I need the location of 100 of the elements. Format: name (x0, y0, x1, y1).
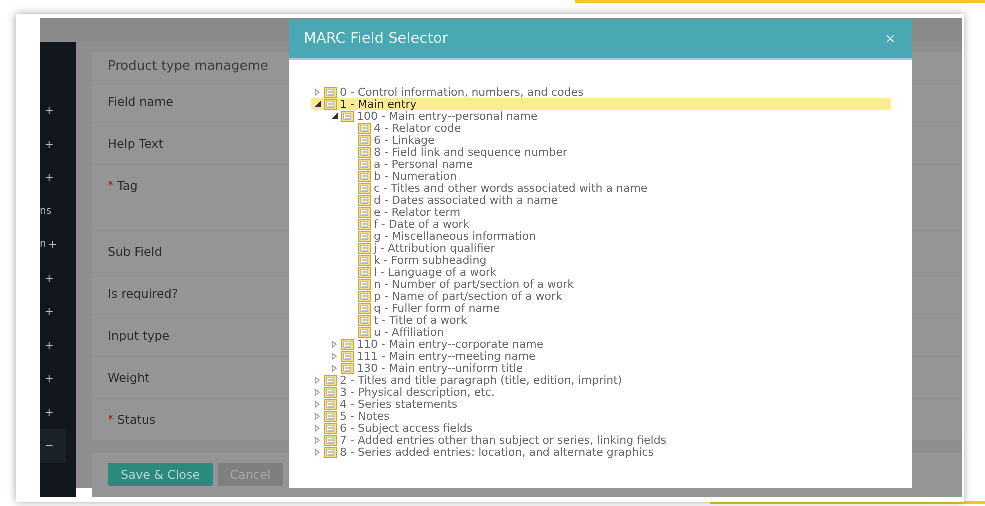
tree-item[interactable]: k - Form subheading (345, 254, 891, 266)
tree-item[interactable]: e - Relator term (345, 206, 891, 218)
document-icon (358, 122, 371, 134)
sidebar-item[interactable]: − (40, 429, 66, 462)
document-icon (324, 98, 337, 110)
tree-item[interactable]: 1 - Main entry (311, 98, 891, 110)
tree-item[interactable]: g - Miscellaneous information (345, 230, 891, 242)
sidebar-item[interactable]: ns (40, 194, 76, 228)
field-label: Field name (108, 95, 174, 111)
tree-item[interactable]: 4 - Relator code (345, 122, 891, 134)
toggle-sign: + (44, 338, 54, 352)
field-label: Weight (108, 371, 150, 387)
document-icon (324, 434, 337, 446)
document-icon (358, 146, 371, 158)
required-marker: * (108, 179, 114, 194)
tree-item[interactable]: 4 - Series statements (311, 398, 891, 410)
tree-item[interactable]: 111 - Main entry--meeting name (328, 350, 891, 362)
field-label: Sub Field (108, 245, 162, 261)
document-icon (358, 254, 371, 266)
document-icon (358, 302, 371, 314)
sidebar-item[interactable]: + (40, 328, 76, 362)
tree-item[interactable]: q - Fuller form of name (345, 302, 891, 314)
tree-item[interactable]: j - Attribution qualifier (345, 242, 891, 254)
sidebar-item[interactable]: + (40, 396, 76, 429)
sidebar-item[interactable]: + (40, 262, 76, 295)
dialog-title: MARC Field Selector (304, 31, 448, 47)
document-icon (358, 218, 371, 230)
field-label: Is required? (108, 287, 178, 303)
tree-item[interactable]: a - Personal name (345, 158, 891, 170)
tree-item[interactable]: t - Title of a work (345, 314, 891, 326)
tree-item[interactable]: 130 - Main entry--uniform title (328, 362, 891, 374)
document-icon (324, 398, 337, 410)
sidebar-label: n (40, 239, 46, 250)
toggle-sign: + (44, 171, 54, 184)
document-icon (358, 242, 371, 254)
sidebar-label: ns (40, 206, 52, 217)
toggle-sign: − (44, 439, 54, 452)
tree-item[interactable]: n - Number of part/section of a work (345, 278, 891, 290)
field-label: Tag (118, 179, 138, 195)
tree-item[interactable]: 100 - Main entry--personal name (328, 110, 891, 122)
field-label: Status (118, 413, 156, 429)
sidebar-item[interactable]: + (40, 161, 76, 194)
tree-item[interactable]: d - Dates associated with a name (345, 194, 891, 206)
collapse-arrow-icon[interactable] (314, 101, 320, 107)
document-icon (358, 230, 371, 242)
toggle-sign: + (44, 406, 54, 419)
document-icon (324, 386, 337, 398)
document-icon (358, 326, 371, 338)
tree-item[interactable]: 8 - Field link and sequence number (345, 146, 891, 158)
field-label: Help Text (108, 137, 164, 153)
sidebar-item[interactable]: + (40, 362, 76, 396)
document-icon (358, 206, 371, 218)
tree-item[interactable]: c - Titles and other words associated with a name (345, 182, 891, 194)
document-icon (324, 446, 337, 458)
tree-item[interactable]: 6 - Subject access fields (311, 422, 891, 434)
tree-item[interactable]: p - Name of part/section of a work (345, 290, 891, 302)
sidebar-item[interactable]: n + (40, 228, 76, 262)
tree-item[interactable]: 6 - Linkage (345, 134, 891, 146)
document-icon (358, 266, 371, 278)
document-icon (358, 278, 371, 290)
tree-item[interactable]: 0 - Control information, numbers, and codes (311, 86, 891, 98)
tree-item[interactable]: 3 - Physical description, etc. (311, 386, 891, 398)
toggle-sign: + (44, 305, 54, 318)
tree-item[interactable]: l - Language of a work (345, 266, 891, 278)
document-icon (358, 194, 371, 206)
toggle-sign: + (44, 272, 54, 285)
document-icon (324, 374, 337, 386)
document-icon (324, 410, 337, 422)
document-icon (358, 134, 371, 146)
sidebar-item[interactable]: + (40, 295, 76, 328)
document-icon (358, 158, 371, 170)
tree-item[interactable]: b - Numeration (345, 170, 891, 182)
field-label: Input type (108, 329, 170, 345)
document-icon (358, 290, 371, 302)
tree-item[interactable]: 110 - Main entry--corporate name (328, 338, 891, 350)
tree-item[interactable]: f - Date of a work (345, 218, 891, 230)
tree-item[interactable]: 5 - Notes (311, 410, 891, 422)
document-icon (324, 86, 337, 98)
document-icon (358, 182, 371, 194)
tree-item[interactable]: 2 - Titles and title paragraph (title, edition, imprint) (311, 374, 891, 386)
expand-arrow-icon[interactable] (315, 88, 320, 96)
toggle-sign: + (48, 238, 58, 252)
document-icon (341, 362, 354, 374)
sidebar-item[interactable]: + (40, 128, 76, 161)
toggle-sign: + (44, 372, 54, 386)
document-icon (341, 350, 354, 362)
document-icon (324, 422, 337, 434)
tree-item[interactable]: 8 - Series added entries: location, and alternate graphics (311, 446, 891, 458)
document-icon (358, 170, 371, 182)
collapse-arrow-icon[interactable] (332, 113, 338, 119)
required-marker: * (108, 413, 114, 428)
tree-item[interactable]: 7 - Added entries other than subject or series, linking fields (311, 434, 891, 446)
document-icon (341, 110, 354, 122)
toggle-sign: + (44, 104, 54, 118)
toggle-sign: + (44, 138, 54, 151)
document-icon (358, 314, 371, 326)
form-title: Product type manageme (108, 58, 268, 74)
sidebar-item[interactable]: + (40, 94, 76, 128)
document-icon (341, 338, 354, 350)
tree-item[interactable]: u - Affiliation (345, 326, 891, 338)
